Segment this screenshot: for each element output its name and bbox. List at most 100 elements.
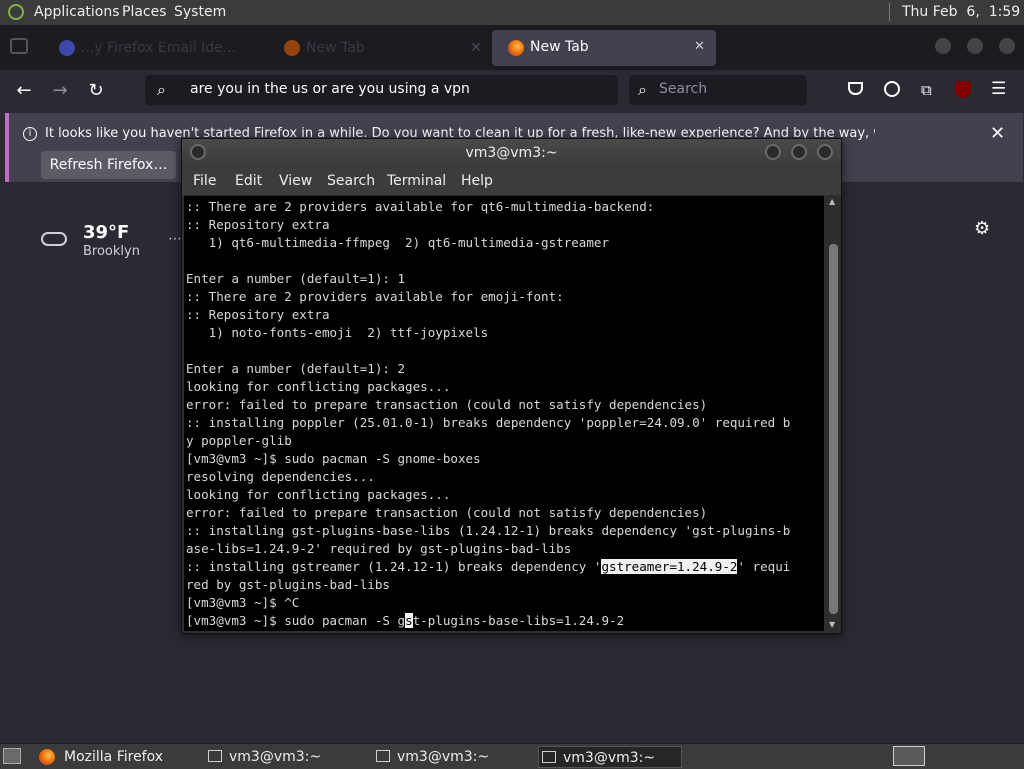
- terminal-line: :: There are 2 providers available for e…: [186, 289, 564, 304]
- taskbar-label: vm3@vm3:~: [397, 749, 490, 765]
- firefox-view-icon[interactable]: [10, 38, 28, 54]
- terminal-icon: [376, 750, 390, 762]
- menu-edit[interactable]: Edit: [235, 173, 262, 189]
- terminal-line: :: installing gstreamer (1.24.12-1) brea…: [186, 559, 791, 574]
- scroll-down-icon[interactable]: ▼: [829, 620, 835, 629]
- tab-newtab-active[interactable]: New Tab ✕: [492, 30, 716, 66]
- taskbar-item-terminal-3-active[interactable]: vm3@vm3:~: [538, 746, 682, 768]
- terminal-line: error: failed to prepare transaction (co…: [186, 505, 708, 520]
- firefox-favicon-icon: [284, 40, 300, 56]
- tab-label: ...y Firefox Email Ide...: [81, 40, 237, 56]
- menu-help[interactable]: Help: [461, 173, 493, 189]
- terminal-titlebar[interactable]: vm3@vm3:~: [182, 139, 841, 167]
- taskbar-label: vm3@vm3:~: [229, 749, 322, 765]
- firefox-icon: [39, 749, 55, 765]
- menu-file[interactable]: File: [193, 173, 216, 189]
- terminal-window: vm3@vm3:~ File Edit View Search Terminal…: [181, 138, 842, 634]
- tab-favicon-icon: [59, 40, 75, 56]
- terminal-line: y poppler-glib: [186, 433, 292, 448]
- forward-icon[interactable]: →: [48, 80, 72, 102]
- url-bar[interactable]: ⌕ are you in the us or are you using a v…: [145, 75, 618, 105]
- text-cursor: s: [405, 613, 413, 628]
- terminal-line: Enter a number (default=1): 1: [186, 271, 406, 286]
- terminal-icon: [208, 750, 222, 762]
- distro-logo-icon[interactable]: [8, 4, 24, 20]
- applications-menu[interactable]: Applications: [34, 4, 120, 20]
- extensions-icon[interactable]: ⧉: [921, 81, 932, 99]
- scroll-up-icon[interactable]: ▲: [829, 197, 835, 206]
- weather-more-icon[interactable]: ⋯: [168, 231, 182, 247]
- window-menu-icon[interactable]: [190, 144, 206, 160]
- top-panel: Applications Places System Thu Feb 6, 1:…: [0, 0, 1024, 26]
- places-menu[interactable]: Places: [122, 4, 167, 20]
- terminal-line: [vm3@vm3 ~]$ sudo pacman -S gnome-boxes: [186, 451, 481, 466]
- weather-city: Brooklyn: [83, 244, 140, 259]
- tab-email[interactable]: ...y Firefox Email Ide...: [55, 35, 271, 61]
- terminal-line: looking for conflicting packages...: [186, 379, 451, 394]
- close-notification-icon[interactable]: ✕: [990, 123, 1005, 144]
- terminal-line: looking for conflicting packages...: [186, 487, 451, 502]
- terminal-output[interactable]: :: There are 2 providers available for q…: [184, 196, 824, 631]
- terminal-line: Enter a number (default=1): 2: [186, 361, 406, 376]
- terminal-line: red by gst-plugins-bad-libs: [186, 577, 390, 592]
- selected-text[interactable]: gstreamer=1.24.9-2: [601, 559, 738, 574]
- url-text[interactable]: are you in the us or are you using a vpn: [190, 81, 470, 97]
- ublock-icon[interactable]: [955, 81, 971, 98]
- weather-temperature: 39°F: [83, 222, 130, 243]
- close-tab-icon[interactable]: ✕: [694, 39, 705, 54]
- settings-gear-icon[interactable]: ⚙: [974, 218, 990, 239]
- tab-label: New Tab: [306, 40, 365, 56]
- minimize-icon[interactable]: [765, 144, 781, 160]
- terminal-line: :: Repository extra: [186, 307, 330, 322]
- account-icon[interactable]: [884, 81, 900, 97]
- minimize-icon[interactable]: [935, 38, 951, 54]
- terminal-line: 1) noto-fonts-emoji 2) ttf-joypixels: [186, 325, 489, 340]
- maximize-icon[interactable]: [791, 144, 807, 160]
- workspace-switcher[interactable]: [893, 746, 925, 766]
- bottom-taskbar: Mozilla Firefox vm3@vm3:~ vm3@vm3:~ vm3@…: [0, 743, 1024, 769]
- terminal-line: error: failed to prepare transaction (co…: [186, 397, 708, 412]
- taskbar-item-firefox[interactable]: Mozilla Firefox: [36, 746, 220, 768]
- terminal-line: [vm3@vm3 ~]$ sudo pacman -S gst-plugins-…: [186, 613, 625, 628]
- close-window-icon[interactable]: [817, 144, 833, 160]
- info-icon: i: [23, 127, 37, 141]
- terminal-icon: [542, 751, 556, 763]
- terminal-scrollbar[interactable]: ▲ ▼: [826, 196, 840, 631]
- menu-view[interactable]: View: [279, 173, 312, 189]
- menu-search[interactable]: Search: [327, 173, 375, 189]
- terminal-title: vm3@vm3:~: [465, 145, 558, 161]
- show-desktop-icon[interactable]: [3, 748, 21, 764]
- taskbar-label: Mozilla Firefox: [64, 749, 164, 765]
- menu-hamburger-icon[interactable]: ☰: [991, 79, 1006, 99]
- taskbar-item-terminal-2[interactable]: vm3@vm3:~: [373, 746, 537, 768]
- search-icon: ⌕: [638, 80, 647, 99]
- taskbar-label: vm3@vm3:~: [563, 750, 656, 766]
- tab-newtab-1[interactable]: New Tab ✕: [280, 35, 482, 61]
- search-bar[interactable]: ⌕ Search: [629, 75, 807, 105]
- system-menu[interactable]: System: [174, 4, 226, 20]
- search-placeholder: Search: [659, 81, 708, 97]
- taskbar-item-terminal-1[interactable]: vm3@vm3:~: [205, 746, 369, 768]
- close-tab-icon[interactable]: ✕: [470, 35, 482, 61]
- terminal-line: :: installing gst-plugins-base-libs (1.2…: [186, 523, 791, 538]
- close-window-icon[interactable]: [999, 38, 1015, 54]
- refresh-firefox-button[interactable]: Refresh Firefox…: [41, 151, 176, 179]
- terminal-line: [vm3@vm3 ~]$ ^C: [186, 595, 300, 610]
- terminal-line: :: There are 2 providers available for q…: [186, 199, 655, 214]
- window-controls: [935, 38, 1015, 54]
- pocket-icon[interactable]: [848, 82, 863, 95]
- maximize-icon[interactable]: [967, 38, 983, 54]
- back-icon[interactable]: ←: [12, 80, 36, 102]
- terminal-line: :: Repository extra: [186, 217, 330, 232]
- terminal-line: resolving dependencies...: [186, 469, 375, 484]
- firefox-favicon-icon: [508, 40, 524, 56]
- terminal-text[interactable]: :: There are 2 providers available for q…: [184, 196, 824, 630]
- tab-label: New Tab: [530, 39, 589, 55]
- panel-separator: [889, 3, 890, 21]
- cloud-weather-icon: [41, 232, 67, 246]
- scrollbar-thumb[interactable]: [829, 244, 838, 614]
- menu-terminal[interactable]: Terminal: [387, 173, 446, 189]
- terminal-line: 1) qt6-multimedia-ffmpeg 2) qt6-multimed…: [186, 235, 610, 250]
- clock[interactable]: Thu Feb 6, 1:59 PM: [902, 4, 1024, 20]
- reload-icon[interactable]: ↻: [84, 80, 108, 102]
